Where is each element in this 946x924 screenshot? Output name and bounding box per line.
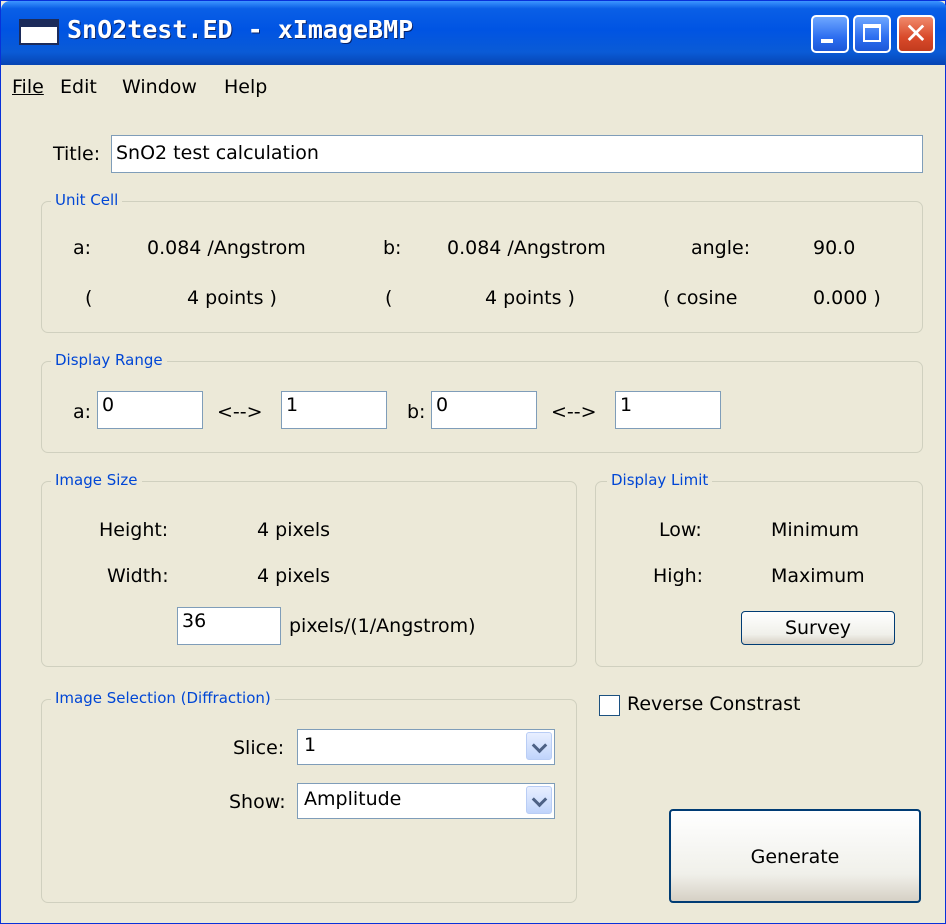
high-value: Maximum bbox=[771, 565, 865, 587]
cosine-label: ( cosine bbox=[663, 287, 738, 309]
survey-button[interactable]: Survey bbox=[741, 611, 895, 645]
range-b-from-input[interactable]: 0 bbox=[431, 391, 537, 429]
scale-input[interactable]: 36 bbox=[177, 607, 281, 645]
menu-window[interactable]: Window bbox=[122, 76, 197, 98]
range-b-to-input[interactable]: 1 bbox=[615, 391, 721, 429]
range-b-arrow: <--> bbox=[551, 401, 597, 423]
slice-select[interactable]: 1 bbox=[297, 729, 555, 765]
show-value: Amplitude bbox=[304, 788, 402, 810]
range-a-arrow: <--> bbox=[217, 401, 263, 423]
reverse-contrast-checkbox[interactable] bbox=[599, 695, 620, 716]
show-label: Show: bbox=[229, 791, 286, 813]
maximize-button[interactable] bbox=[853, 15, 891, 53]
show-dropdown-button[interactable] bbox=[526, 786, 552, 814]
scale-unit-label: pixels/(1/Angstrom) bbox=[289, 615, 476, 637]
window-title: SnO2test.ED - xImageBMP bbox=[67, 15, 414, 44]
chevron-down-icon bbox=[531, 791, 548, 808]
menu-edit-label: Edit bbox=[60, 76, 97, 98]
menu-help-label: Help bbox=[224, 76, 268, 98]
unit-cell-b-label: b: bbox=[383, 237, 402, 259]
low-label: Low: bbox=[659, 519, 702, 541]
unit-cell-b-value: 0.084 /Angstrom bbox=[447, 237, 606, 259]
angle-label: angle: bbox=[691, 237, 751, 259]
b-points-value: 4 points ) bbox=[485, 287, 575, 309]
a-points-open: ( bbox=[85, 287, 93, 309]
title-bar[interactable]: SnO2test.ED - xImageBMP ✕ bbox=[1, 1, 946, 65]
image-selection-legend: Image Selection (Diffraction) bbox=[51, 689, 275, 707]
main-window: SnO2test.ED - xImageBMP ✕ File Edit Wind… bbox=[0, 0, 946, 924]
show-select[interactable]: Amplitude bbox=[297, 783, 555, 819]
close-button[interactable]: ✕ bbox=[897, 15, 935, 53]
menu-help[interactable]: Help bbox=[224, 76, 267, 98]
height-value: 4 pixels bbox=[257, 519, 330, 541]
title-input[interactable]: SnO2 test calculation bbox=[111, 135, 923, 173]
range-b-label: b: bbox=[407, 401, 426, 423]
a-points-value: 4 points ) bbox=[187, 287, 277, 309]
minimize-icon bbox=[821, 39, 833, 43]
angle-value: 90.0 bbox=[813, 237, 856, 259]
chevron-down-icon bbox=[531, 737, 548, 754]
image-size-legend: Image Size bbox=[51, 471, 142, 489]
b-points-open: ( bbox=[385, 287, 393, 309]
range-a-label: a: bbox=[73, 401, 92, 423]
generate-button[interactable]: Generate bbox=[669, 809, 921, 903]
unit-cell-a-value: 0.084 /Angstrom bbox=[147, 237, 306, 259]
slice-label: Slice: bbox=[233, 737, 285, 759]
close-icon: ✕ bbox=[904, 17, 928, 50]
height-label: Height: bbox=[99, 519, 169, 541]
maximize-icon bbox=[863, 24, 881, 42]
range-a-from-input[interactable]: 0 bbox=[97, 391, 203, 429]
unit-cell-a-label: a: bbox=[73, 237, 92, 259]
high-label: High: bbox=[653, 565, 704, 587]
slice-value: 1 bbox=[304, 734, 317, 756]
menu-file-label: File bbox=[12, 76, 44, 98]
minimize-button[interactable] bbox=[811, 15, 849, 53]
title-label: Title: bbox=[53, 143, 101, 165]
slice-dropdown-button[interactable] bbox=[526, 732, 552, 760]
menu-window-label: Window bbox=[122, 76, 197, 98]
menu-file[interactable]: File bbox=[12, 76, 44, 98]
unit-cell-group bbox=[41, 201, 923, 333]
low-value: Minimum bbox=[771, 519, 860, 541]
menu-bar: File Edit Window Help bbox=[2, 65, 944, 105]
width-label: Width: bbox=[107, 565, 169, 587]
menu-edit[interactable]: Edit bbox=[60, 76, 97, 98]
display-range-legend: Display Range bbox=[51, 351, 167, 369]
cosine-value: 0.000 ) bbox=[813, 287, 881, 309]
range-a-to-input[interactable]: 1 bbox=[281, 391, 387, 429]
display-limit-legend: Display Limit bbox=[607, 471, 713, 489]
reverse-contrast-label[interactable]: Reverse Constrast bbox=[627, 693, 801, 715]
width-value: 4 pixels bbox=[257, 565, 330, 587]
app-icon bbox=[19, 19, 59, 45]
unit-cell-legend: Unit Cell bbox=[51, 191, 123, 209]
